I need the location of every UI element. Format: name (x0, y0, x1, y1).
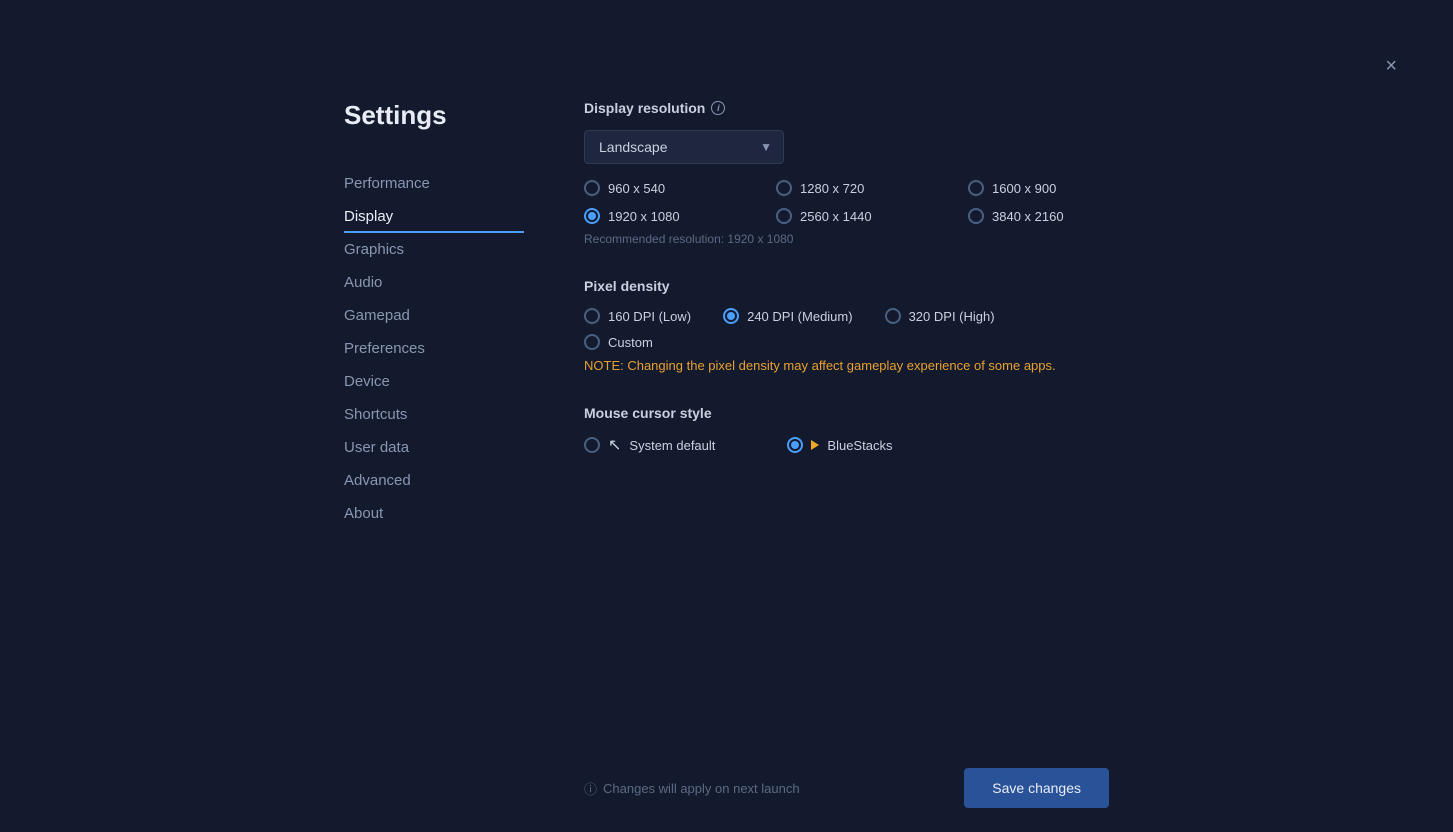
sidebar-item-graphics[interactable]: Graphics (344, 233, 524, 266)
cursor-option-system[interactable]: ↖ System default (584, 435, 715, 455)
density-option-160[interactable]: 160 DPI (Low) (584, 308, 691, 324)
cursor-options-row: ↖ System default BlueStacks (584, 435, 1144, 455)
density-radio-320[interactable] (885, 308, 901, 324)
save-button[interactable]: Save changes (964, 768, 1109, 808)
resolution-radio-1600[interactable] (968, 180, 984, 196)
orientation-dropdown-wrapper: Landscape Portrait ▼ (584, 130, 784, 164)
pixel-density-title: Pixel density (584, 278, 1144, 294)
cursor-radio-system[interactable] (584, 437, 600, 453)
content-area: Display resolution i Landscape Portrait … (524, 100, 1144, 832)
sidebar-item-device[interactable]: Device (344, 365, 524, 398)
resolution-radio-960[interactable] (584, 180, 600, 196)
sidebar-item-shortcuts[interactable]: Shortcuts (344, 398, 524, 431)
resolution-radio-1280[interactable] (776, 180, 792, 196)
footer-note-icon: ⓘ (584, 779, 597, 798)
sidebar-item-about[interactable]: About (344, 497, 524, 530)
cursor-option-bluestacks[interactable]: BlueStacks (787, 437, 892, 453)
cursor-radio-bluestacks[interactable] (787, 437, 803, 453)
system-cursor-icon: ↖ (608, 435, 621, 455)
resolution-option-1280[interactable]: 1280 x 720 (776, 180, 952, 196)
sidebar-item-advanced[interactable]: Advanced (344, 464, 524, 497)
resolution-section: Display resolution i Landscape Portrait … (584, 100, 1144, 246)
resolution-section-title: Display resolution i (584, 100, 1144, 116)
density-options-row: 160 DPI (Low) 240 DPI (Medium) 320 DPI (… (584, 308, 1144, 324)
resolution-info-icon: i (711, 101, 725, 115)
page-title: Settings (344, 100, 524, 131)
sidebar-item-gamepad[interactable]: Gamepad (344, 299, 524, 332)
close-button[interactable]: × (1381, 52, 1401, 80)
resolution-options: 960 x 540 1280 x 720 1600 x 900 1920 x 1… (584, 180, 1144, 224)
density-option-custom[interactable]: Custom (584, 334, 1144, 350)
recommended-resolution-text: Recommended resolution: 1920 x 1080 (584, 232, 1144, 246)
resolution-option-3840[interactable]: 3840 x 2160 (968, 208, 1144, 224)
sidebar-item-performance[interactable]: Performance (344, 167, 524, 200)
sidebar-nav: Performance Display Graphics Audio Gamep… (344, 167, 524, 530)
density-option-320[interactable]: 320 DPI (High) (885, 308, 995, 324)
footer-note: ⓘ Changes will apply on next launch (584, 779, 800, 798)
pixel-density-section: Pixel density 160 DPI (Low) 240 DPI (Med… (584, 278, 1144, 373)
resolution-radio-1920[interactable] (584, 208, 600, 224)
resolution-option-2560[interactable]: 2560 x 1440 (776, 208, 952, 224)
sidebar-item-preferences[interactable]: Preferences (344, 332, 524, 365)
footer: ⓘ Changes will apply on next launch Save… (0, 744, 1453, 832)
resolution-option-1600[interactable]: 1600 x 900 (968, 180, 1144, 196)
bluestacks-cursor-icon (811, 440, 819, 450)
sidebar-item-user-data[interactable]: User data (344, 431, 524, 464)
density-option-240[interactable]: 240 DPI (Medium) (723, 308, 852, 324)
density-note-text: NOTE: Changing the pixel density may aff… (584, 358, 1144, 373)
cursor-section-title: Mouse cursor style (584, 405, 1144, 421)
sidebar: Settings Performance Display Graphics Au… (344, 100, 524, 832)
resolution-radio-3840[interactable] (968, 208, 984, 224)
density-custom-row: Custom (584, 334, 1144, 350)
density-radio-240[interactable] (723, 308, 739, 324)
resolution-option-960[interactable]: 960 x 540 (584, 180, 760, 196)
resolution-option-1920[interactable]: 1920 x 1080 (584, 208, 760, 224)
settings-container: Settings Performance Display Graphics Au… (0, 0, 1453, 832)
cursor-section: Mouse cursor style ↖ System default Blue… (584, 405, 1144, 455)
sidebar-item-audio[interactable]: Audio (344, 266, 524, 299)
orientation-select[interactable]: Landscape Portrait (584, 130, 784, 164)
footer-note-text: Changes will apply on next launch (603, 781, 800, 796)
density-radio-custom[interactable] (584, 334, 600, 350)
density-radio-160[interactable] (584, 308, 600, 324)
resolution-radio-2560[interactable] (776, 208, 792, 224)
sidebar-item-display[interactable]: Display (344, 200, 524, 233)
